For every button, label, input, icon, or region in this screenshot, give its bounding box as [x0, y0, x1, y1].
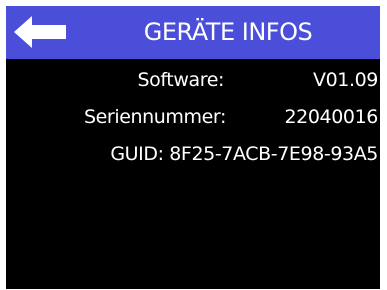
page-title: GERÄTE INFOS: [143, 18, 313, 46]
guid-row: GUID: 8F25-7ACB-7E98-93A5: [6, 139, 378, 169]
software-label-row: Software:: [6, 65, 224, 95]
device-info-screen: GERÄTE INFOS Software: V01.09 Seriennumm…: [6, 6, 380, 289]
arrow-left-icon: [14, 16, 66, 48]
serial-label-row: Seriennummer:: [6, 102, 226, 132]
serial-value-row: 22040016: [246, 102, 378, 132]
header-bar: GERÄTE INFOS: [6, 6, 380, 59]
guid-text: GUID: 8F25-7ACB-7E98-93A5: [110, 143, 378, 165]
software-label: Software:: [137, 69, 224, 91]
back-button[interactable]: [6, 6, 76, 59]
serial-number-label: Seriennummer:: [83, 106, 226, 128]
software-value: V01.09: [313, 69, 378, 91]
software-value-row: V01.09: [246, 65, 378, 95]
serial-number-value: 22040016: [284, 106, 378, 128]
